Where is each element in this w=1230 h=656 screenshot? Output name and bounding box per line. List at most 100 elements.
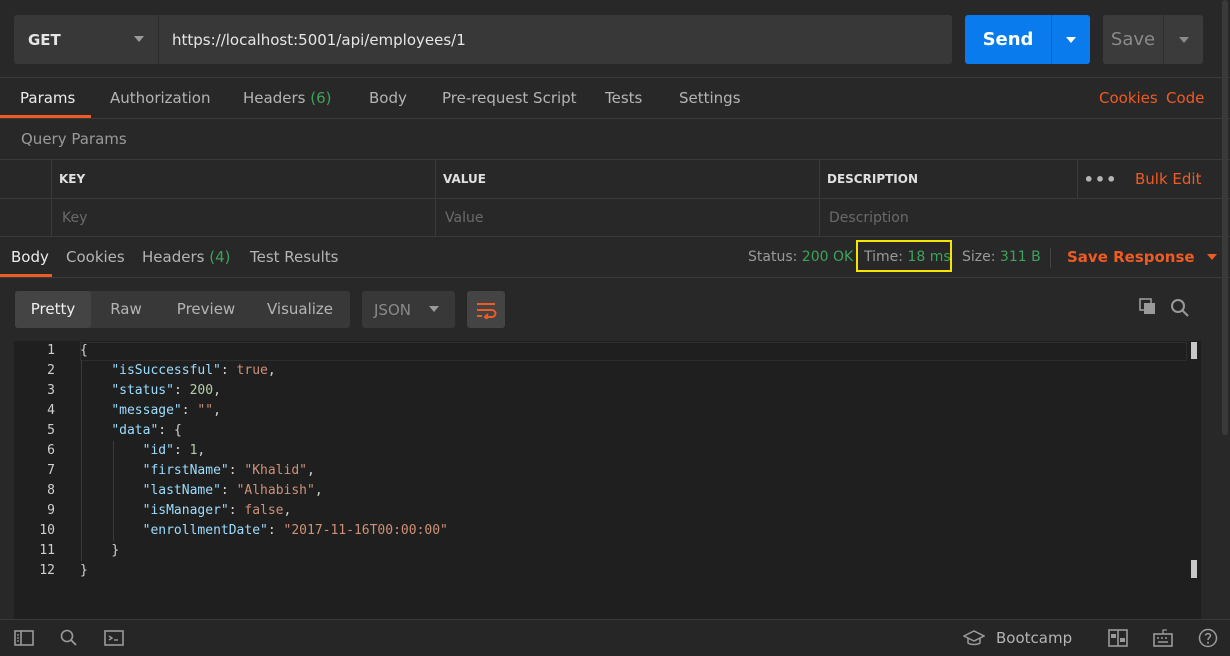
save-response-button[interactable]: Save Response (1067, 237, 1217, 277)
url-value: https://localhost:5001/api/employees/1 (172, 30, 466, 49)
chevron-down-icon (1206, 254, 1217, 260)
wrap-lines-icon (477, 302, 497, 319)
headers-count: (6) (310, 89, 332, 107)
row-checkbox-cell (0, 198, 51, 236)
time-highlight-box (856, 240, 952, 272)
description-input[interactable]: Description (819, 198, 1230, 236)
copy-icon[interactable] (1139, 298, 1157, 320)
code-line: } (80, 563, 88, 578)
line-number: 3 (47, 383, 55, 398)
keyboard-shortcuts-icon[interactable] (1153, 628, 1173, 648)
divider (1050, 248, 1051, 268)
line-number: 1 (47, 343, 55, 358)
params-table: KEY VALUE DESCRIPTION ••• Bulk Edit Key … (0, 159, 1230, 237)
status-value: 200 OK (801, 249, 854, 265)
code-line: "status": 200, (111, 383, 221, 398)
save-button[interactable]: Save (1103, 15, 1203, 64)
line-number: 5 (47, 423, 55, 438)
status-readout: Status: 200 OK (748, 249, 854, 265)
view-mode-group: Pretty Raw Preview Visualize (15, 291, 350, 328)
chevron-down-icon (1066, 36, 1076, 43)
view-preview-button[interactable]: Preview (167, 291, 245, 328)
code-line: "message": "", (111, 403, 221, 418)
editor-scrollbar-marker (1191, 560, 1197, 578)
bulk-edit-link[interactable]: Bulk Edit (1123, 160, 1230, 198)
line-number: 10 (39, 523, 55, 538)
code-link[interactable]: Code (1166, 78, 1204, 118)
save-label: Save (1110, 29, 1156, 50)
query-params-title: Query Params (21, 130, 127, 148)
method-select[interactable]: GET (14, 15, 158, 64)
column-header-description: DESCRIPTION (819, 160, 1077, 198)
code-line: "isManager": false, (142, 503, 292, 518)
editor-scrollbar-marker (1191, 342, 1197, 359)
tab-authorization[interactable]: Authorization (110, 78, 210, 118)
bootcamp-icon[interactable] (962, 628, 986, 648)
format-value: JSON (374, 300, 411, 319)
active-tab-indicator (0, 115, 91, 118)
value-input[interactable]: Value (435, 198, 819, 236)
key-input[interactable]: Key (51, 198, 435, 236)
chevron-down-icon (429, 306, 439, 312)
code-line: "isSuccessful": true, (111, 363, 276, 378)
size-value: 311 B (999, 249, 1041, 265)
tab-headers[interactable]: Headers (6) (243, 78, 331, 118)
response-headers-count: (4) (209, 248, 231, 266)
line-number: 4 (47, 403, 55, 418)
view-pretty-button[interactable]: Pretty (15, 291, 91, 328)
column-header-key: KEY (51, 160, 435, 198)
size-readout: Size: 311 B (962, 249, 1041, 265)
tab-prerequest-script[interactable]: Pre-request Script (442, 78, 577, 118)
save-options-button[interactable] (1163, 15, 1203, 64)
tab-test-results[interactable]: Test Results (250, 237, 338, 277)
format-select[interactable]: JSON (362, 291, 455, 328)
line-number: 12 (39, 563, 55, 578)
line-number: 2 (47, 363, 55, 378)
wrap-lines-button[interactable] (467, 291, 505, 328)
line-number: 6 (47, 443, 55, 458)
code-line: "id": 1, (142, 443, 206, 458)
code-line: "firstName": "Khalid", (142, 463, 315, 478)
cookies-link[interactable]: Cookies (1099, 78, 1158, 118)
tab-response-headers[interactable]: Headers (4) (142, 237, 230, 277)
send-button[interactable]: Send (965, 15, 1090, 64)
search-icon[interactable] (1170, 298, 1190, 322)
code-line: "enrollmentDate": "2017-11-16T00:00:00" (142, 523, 448, 538)
send-options-button[interactable] (1051, 15, 1090, 64)
chevron-down-icon (134, 36, 144, 42)
code-line: "lastName": "Alhabish", (142, 483, 323, 498)
line-number-gutter: 1 2 3 4 5 6 7 8 9 10 11 12 (14, 341, 80, 619)
find-icon[interactable] (59, 628, 79, 648)
view-raw-button[interactable]: Raw (99, 291, 153, 328)
tab-settings[interactable]: Settings (679, 78, 741, 118)
column-header-value: VALUE (435, 160, 819, 198)
code-line: "data": { (111, 423, 182, 438)
tab-response-cookies[interactable]: Cookies (66, 237, 125, 277)
sidebar-toggle-icon[interactable] (14, 628, 34, 648)
window-scrollbar[interactable] (1222, 0, 1228, 435)
current-line-highlight (80, 342, 1187, 361)
line-number: 7 (47, 463, 55, 478)
active-tab-indicator (0, 274, 52, 277)
two-pane-view-icon[interactable] (1108, 628, 1128, 648)
console-icon[interactable] (104, 628, 124, 648)
request-tabs: Params Authorization Headers (6) Body Pr… (0, 78, 1230, 119)
tab-body[interactable]: Body (369, 78, 407, 118)
more-options-icon[interactable]: ••• (1077, 160, 1123, 198)
bootcamp-label[interactable]: Bootcamp (996, 619, 1072, 656)
code-line: } (111, 543, 120, 558)
code-line: { (80, 343, 88, 358)
method-value: GET (28, 30, 61, 49)
line-number: 11 (39, 543, 55, 558)
response-body-editor[interactable]: 1 2 3 4 5 6 7 8 9 10 11 12 { "isSuccessf… (14, 341, 1201, 619)
tab-response-body[interactable]: Body (11, 237, 49, 277)
chevron-down-icon (1178, 36, 1189, 43)
send-label: Send (982, 29, 1034, 50)
tab-params[interactable]: Params (20, 78, 75, 118)
help-icon[interactable] (1198, 628, 1218, 648)
tab-tests[interactable]: Tests (605, 78, 642, 118)
view-visualize-button[interactable]: Visualize (261, 291, 339, 328)
line-number: 8 (47, 483, 55, 498)
url-input[interactable]: https://localhost:5001/api/employees/1 (158, 15, 952, 64)
line-number: 9 (47, 503, 55, 518)
